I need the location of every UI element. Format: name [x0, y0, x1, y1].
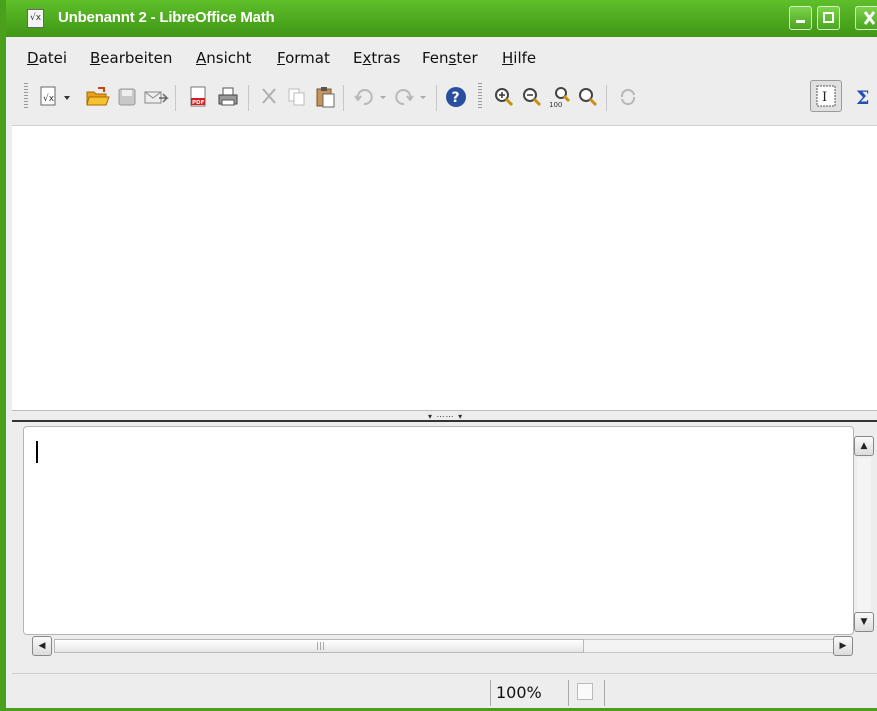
undo-dropdown-icon[interactable]	[378, 85, 388, 109]
vertical-scrollbar[interactable]: ▲ ▼	[854, 436, 874, 634]
help-icon[interactable]: ?	[444, 85, 468, 109]
close-icon	[863, 11, 876, 25]
save-icon[interactable]	[115, 85, 139, 109]
menu-bearbeiten[interactable]: Bearbeiten	[90, 49, 172, 67]
zoom-level[interactable]: 100%	[496, 683, 542, 702]
copy-icon[interactable]	[285, 85, 309, 109]
vertical-scroll-track[interactable]	[857, 458, 871, 612]
formula-cursor-icon: I	[816, 85, 836, 107]
menu-format[interactable]: Format	[277, 49, 330, 67]
svg-text:?: ?	[452, 90, 460, 106]
libreoffice-math-icon[interactable]: √x	[27, 9, 44, 28]
menu-ansicht[interactable]: Ansicht	[196, 49, 251, 67]
scroll-left-button[interactable]: ◀	[32, 636, 52, 656]
undo-icon[interactable]	[352, 85, 376, 109]
menu-hilfe[interactable]: Hilfe	[502, 49, 536, 67]
send-mail-icon[interactable]	[143, 85, 169, 109]
zoom-100-icon[interactable]: 100	[548, 85, 572, 109]
menu-bar: Datei Bearbeiten Ansicht Format Extras F…	[12, 37, 877, 71]
horizontal-scrollbar[interactable]: ◀ ▶	[32, 636, 855, 656]
zoom-in-icon[interactable]	[492, 85, 516, 109]
formula-command-editor[interactable]	[23, 426, 854, 635]
redo-dropdown-icon[interactable]	[418, 85, 428, 109]
scroll-down-button[interactable]: ▼	[854, 612, 874, 632]
symbols-icon[interactable]: Σ	[854, 85, 877, 109]
redo-icon[interactable]	[392, 85, 416, 109]
svg-text:Σ: Σ	[856, 87, 869, 109]
menu-extras[interactable]: Extras	[353, 49, 400, 67]
svg-text:I: I	[822, 90, 827, 105]
menu-datei[interactable]: Datei	[27, 49, 67, 67]
scroll-up-button[interactable]: ▲	[854, 436, 874, 456]
splitter-grip-icon[interactable]: ▾ ⋯⋯ ▾	[428, 412, 463, 421]
update-icon[interactable]	[616, 85, 640, 109]
text-caret	[36, 441, 38, 463]
minimize-button[interactable]	[789, 6, 812, 30]
new-formula-icon[interactable]: √x	[37, 85, 61, 109]
menu-fenster[interactable]: Fenster	[422, 49, 478, 67]
svg-text:√x: √x	[43, 93, 55, 104]
horizontal-scroll-thumb[interactable]	[54, 639, 584, 653]
document-modified-icon	[577, 683, 593, 700]
print-icon[interactable]	[216, 85, 240, 109]
svg-text:PDF: PDF	[192, 100, 205, 106]
toolbar-grip[interactable]	[24, 83, 28, 109]
title-bar: √x Unbenannt 2 - LibreOffice Math	[6, 0, 877, 37]
pane-splitter[interactable]: ▾ ⋯⋯ ▾	[12, 410, 877, 422]
zoom-out-icon[interactable]	[520, 85, 544, 109]
formula-cursor-button[interactable]: I	[810, 80, 842, 112]
standard-toolbar: √x PDF ? 100 I Σ	[12, 71, 877, 126]
show-all-icon[interactable]	[576, 85, 600, 109]
cut-icon[interactable]	[257, 85, 281, 109]
open-folder-icon[interactable]	[84, 85, 110, 109]
export-pdf-icon[interactable]: PDF	[186, 85, 210, 109]
app-window: √x Unbenannt 2 - LibreOffice Math Datei …	[0, 0, 877, 711]
maximize-button[interactable]	[817, 6, 840, 30]
scroll-right-button[interactable]: ▶	[833, 636, 853, 656]
zoom-100-label: 100	[549, 101, 562, 109]
formula-preview-area[interactable]	[12, 126, 877, 410]
new-dropdown-icon[interactable]	[62, 85, 72, 109]
status-bar: 100%	[12, 673, 877, 711]
window-title: Unbenannt 2 - LibreOffice Math	[58, 9, 275, 26]
close-button[interactable]	[855, 6, 877, 30]
paste-icon[interactable]	[313, 85, 337, 109]
